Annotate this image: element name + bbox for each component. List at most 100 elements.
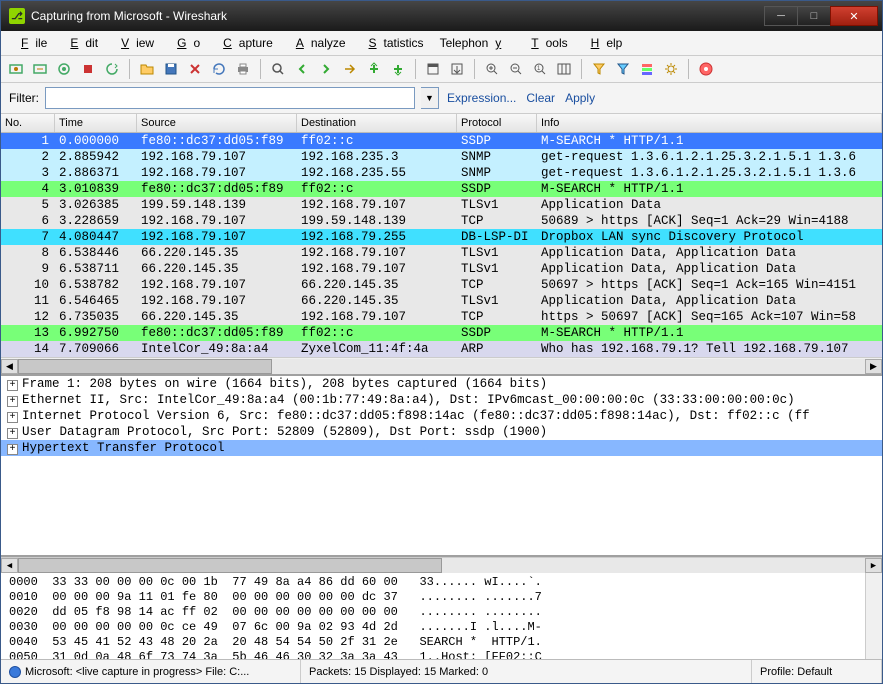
- packet-row[interactable]: 63.228659192.168.79.107199.59.148.139TCP…: [1, 213, 882, 229]
- packet-row[interactable]: 116.546465192.168.79.10766.220.145.35TLS…: [1, 293, 882, 309]
- packet-row[interactable]: 106.538782192.168.79.10766.220.145.35TCP…: [1, 277, 882, 293]
- packet-cell-src: 192.168.79.107: [137, 213, 297, 229]
- menu-file[interactable]: File: [7, 33, 54, 53]
- packet-row[interactable]: 43.010839fe80::dc37:dd05:f89ff02::cSSDPM…: [1, 181, 882, 197]
- menu-go[interactable]: Go: [163, 33, 207, 53]
- packet-details-pane[interactable]: + Frame 1: 208 bytes on wire (1664 bits),…: [1, 376, 882, 557]
- filter-dropdown-icon[interactable]: ▼: [421, 87, 439, 109]
- menu-tools[interactable]: Tools: [517, 33, 574, 53]
- restart-capture-icon[interactable]: [101, 58, 123, 80]
- expression-button[interactable]: Expression...: [445, 91, 518, 105]
- toolbar-separator: [581, 59, 582, 79]
- details-line[interactable]: + Frame 1: 208 bytes on wire (1664 bits),…: [1, 376, 882, 392]
- scroll-right-icon[interactable]: ▶: [865, 359, 882, 374]
- menu-telephony[interactable]: Telephony: [433, 33, 516, 53]
- details-text: Frame 1: 208 bytes on wire (1664 bits), …: [22, 377, 547, 391]
- close-file-icon[interactable]: [184, 58, 206, 80]
- packet-row[interactable]: 126.73503566.220.145.35192.168.79.107TCP…: [1, 309, 882, 325]
- packet-row[interactable]: 10.000000fe80::dc37:dd05:f89ff02::cSSDPM…: [1, 133, 882, 149]
- packet-row[interactable]: 147.709066IntelCor_49:8a:a4ZyxelCom_11:4…: [1, 341, 882, 357]
- goto-last-icon[interactable]: [387, 58, 409, 80]
- packet-row[interactable]: 22.885942192.168.79.107192.168.235.3SNMP…: [1, 149, 882, 165]
- packet-row[interactable]: 136.992750fe80::dc37:dd05:f89ff02::cSSDP…: [1, 325, 882, 341]
- packet-row[interactable]: 96.53871166.220.145.35192.168.79.107TLSv…: [1, 261, 882, 277]
- packet-cell-time: 6.735035: [55, 309, 137, 325]
- interfaces-icon[interactable]: [5, 58, 27, 80]
- menu-help[interactable]: Help: [577, 33, 630, 53]
- scroll-left-icon[interactable]: ◀: [1, 359, 18, 374]
- forward-icon[interactable]: [315, 58, 337, 80]
- packet-list-hscroll[interactable]: ◀ ▶: [1, 357, 882, 374]
- zoom-out-icon[interactable]: [505, 58, 527, 80]
- menu-view[interactable]: View: [107, 33, 161, 53]
- preferences-icon[interactable]: [660, 58, 682, 80]
- expand-icon[interactable]: +: [7, 444, 18, 455]
- packet-cell-proto: SNMP: [457, 165, 537, 181]
- minimize-button[interactable]: ─: [764, 6, 798, 26]
- resize-columns-icon[interactable]: [553, 58, 575, 80]
- close-button[interactable]: ✕: [830, 6, 878, 26]
- save-icon[interactable]: [160, 58, 182, 80]
- packet-cell-time: 6.546465: [55, 293, 137, 309]
- zoom-reset-icon[interactable]: 1: [529, 58, 551, 80]
- help-icon[interactable]: [695, 58, 717, 80]
- col-source[interactable]: Source: [137, 114, 297, 132]
- scroll-right-icon[interactable]: ▶: [865, 558, 882, 573]
- packet-cell-dst: 192.168.235.3: [297, 149, 457, 165]
- bytes-vscroll[interactable]: [865, 573, 882, 659]
- expand-icon[interactable]: +: [7, 428, 18, 439]
- hex-dump[interactable]: 0000 33 33 00 00 00 0c 00 1b 77 49 8a a4…: [1, 573, 865, 659]
- packet-cell-no: 11: [1, 293, 55, 309]
- packet-row[interactable]: 74.080447192.168.79.107192.168.79.255DB-…: [1, 229, 882, 245]
- back-icon[interactable]: [291, 58, 313, 80]
- find-icon[interactable]: [267, 58, 289, 80]
- packet-cell-proto: TLSv1: [457, 245, 537, 261]
- menu-capture[interactable]: Capture: [209, 33, 280, 53]
- capture-filters-icon[interactable]: [588, 58, 610, 80]
- clear-button[interactable]: Clear: [524, 91, 557, 105]
- goto-icon[interactable]: [339, 58, 361, 80]
- bytes-hscroll[interactable]: ◀ ▶: [1, 557, 882, 573]
- details-line[interactable]: +Hypertext Transfer Protocol: [1, 440, 882, 456]
- zoom-in-icon[interactable]: [481, 58, 503, 80]
- autoscroll-icon[interactable]: [446, 58, 468, 80]
- packet-cell-src: 66.220.145.35: [137, 245, 297, 261]
- maximize-button[interactable]: □: [797, 6, 831, 26]
- apply-button[interactable]: Apply: [563, 91, 597, 105]
- details-line[interactable]: +User Datagram Protocol, Src Port: 52809…: [1, 424, 882, 440]
- colorize-icon[interactable]: [422, 58, 444, 80]
- coloring-rules-icon[interactable]: [636, 58, 658, 80]
- print-icon[interactable]: [232, 58, 254, 80]
- packet-cell-info: Who has 192.168.79.1? Tell 192.168.79.10…: [537, 341, 882, 357]
- stop-capture-icon[interactable]: [77, 58, 99, 80]
- col-info[interactable]: Info: [537, 114, 882, 132]
- display-filters-icon[interactable]: [612, 58, 634, 80]
- expand-icon[interactable]: +: [7, 396, 18, 407]
- col-time[interactable]: Time: [55, 114, 137, 132]
- status-profile[interactable]: Profile: Default: [752, 660, 882, 683]
- start-capture-icon[interactable]: [53, 58, 75, 80]
- packet-list-body[interactable]: 10.000000fe80::dc37:dd05:f89ff02::cSSDPM…: [1, 133, 882, 357]
- options-icon[interactable]: [29, 58, 51, 80]
- reload-icon[interactable]: [208, 58, 230, 80]
- packet-list-header: No. Time Source Destination Protocol Inf…: [1, 114, 882, 133]
- col-protocol[interactable]: Protocol: [457, 114, 537, 132]
- expand-icon[interactable]: +: [7, 380, 18, 391]
- packet-cell-proto: SNMP: [457, 149, 537, 165]
- details-line[interactable]: +Ethernet II, Src: IntelCor_49:8a:a4 (00…: [1, 392, 882, 408]
- details-line[interactable]: +Internet Protocol Version 6, Src: fe80:…: [1, 408, 882, 424]
- goto-first-icon[interactable]: [363, 58, 385, 80]
- menu-statistics[interactable]: Statistics: [355, 33, 431, 53]
- col-no[interactable]: No.: [1, 114, 55, 132]
- col-destination[interactable]: Destination: [297, 114, 457, 132]
- packet-row[interactable]: 53.026385199.59.148.139192.168.79.107TLS…: [1, 197, 882, 213]
- menu-edit[interactable]: Edit: [56, 33, 105, 53]
- packet-row[interactable]: 32.886371192.168.79.107192.168.235.55SNM…: [1, 165, 882, 181]
- open-icon[interactable]: [136, 58, 158, 80]
- filter-input[interactable]: [45, 87, 415, 109]
- menu-analyze[interactable]: Analyze: [282, 33, 353, 53]
- scroll-left-icon[interactable]: ◀: [1, 558, 18, 573]
- expand-icon[interactable]: +: [7, 412, 18, 423]
- packet-row[interactable]: 86.53844666.220.145.35192.168.79.107TLSv…: [1, 245, 882, 261]
- packet-cell-info: get-request 1.3.6.1.2.1.25.3.2.1.5.1 1.3…: [537, 149, 882, 165]
